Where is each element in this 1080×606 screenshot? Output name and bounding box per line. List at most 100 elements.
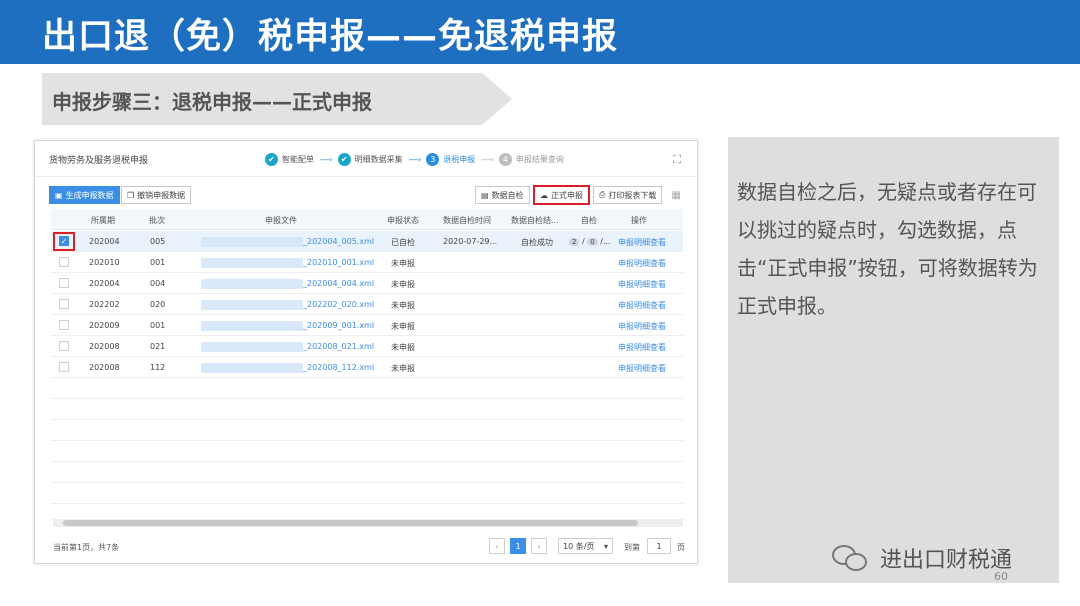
table-row[interactable]: ✓ 202004 005 _202004_005.xml 已自检 2020-07… <box>51 231 683 252</box>
cell-batch: 001 <box>150 258 166 267</box>
cell-period: 202202 <box>89 300 120 309</box>
step-4[interactable]: 4 申报结果查询 <box>498 152 564 166</box>
formal-submit-button[interactable]: ☁ 正式申报 <box>533 185 590 205</box>
document-icon: ▣ <box>55 190 63 200</box>
table-row[interactable]: 202004 004 _202004_004.xml 未申报 申报明细查看 <box>51 273 683 294</box>
cell-file[interactable]: _202004_005.xml <box>303 237 374 246</box>
blurred-filename <box>201 258 303 268</box>
checkbox-highlight <box>53 232 75 251</box>
row-checkbox[interactable] <box>59 362 69 372</box>
copy-icon: ❐ <box>127 190 135 200</box>
goto-label: 到第 <box>624 543 640 552</box>
table-header: 所属期 批次 申报文件 申报状态 数据自检时间 数据自检结... 自检 操作 <box>51 209 683 230</box>
step-3-label: 退税申报 <box>443 154 476 164</box>
cell-check-result: 自检成功 <box>521 238 553 247</box>
wechat-icon <box>832 543 870 573</box>
revoke-data-button[interactable]: ❐ 撤销申报数据 <box>121 186 192 204</box>
column-settings-icon[interactable]: ▦ <box>672 190 681 201</box>
page-size-value: 10 条/页 <box>563 541 595 551</box>
row-checkbox[interactable] <box>59 341 69 351</box>
cell-file[interactable]: _202004_004.xml <box>303 279 374 288</box>
cell-batch: 005 <box>150 237 166 246</box>
view-detail-link[interactable]: 申报明细查看 <box>618 258 666 269</box>
step-4-label: 申报结果查询 <box>515 154 564 164</box>
view-detail-link[interactable]: 申报明细查看 <box>618 300 666 311</box>
cell-file[interactable]: _202008_021.xml <box>303 342 374 351</box>
column-header: 数据自检时间 <box>443 216 491 225</box>
step-1-label: 智能配单 <box>282 154 314 164</box>
step-banner: 申报步骤三：退税申报——正式申报 <box>42 73 512 125</box>
self-check-button[interactable]: ▤ 数据自检 <box>475 186 530 204</box>
header-bar: 出口退（免）税申报——免退税申报 <box>0 0 1080 64</box>
step-2[interactable]: ✔ 明细数据采集 <box>337 152 403 166</box>
column-header: 操作 <box>631 216 647 225</box>
table-row[interactable]: 202009 001 _202009_001.xml 未申报 申报明细查看 <box>51 315 683 336</box>
view-detail-link[interactable]: 申报明细查看 <box>618 279 666 290</box>
view-detail-link[interactable]: 申报明细查看 <box>618 363 666 374</box>
prev-page-button[interactable]: ‹ <box>489 538 505 554</box>
view-detail-link[interactable]: 申报明细查看 <box>618 237 666 248</box>
description-text: 数据自检之后，无疑点或者存在可以挑过的疑点时，勾选数据，点击“正式申报”按钮，可… <box>737 180 1038 318</box>
print-download-button[interactable]: ⎙ 打印报表下载 <box>593 186 663 204</box>
table-row[interactable]: 202010 001 _202010_001.xml 未申报 申报明细查看 <box>51 252 683 273</box>
check-icon: ✔ <box>337 152 351 166</box>
column-header: 申报文件 <box>265 216 297 225</box>
next-page-button[interactable]: › <box>531 538 547 554</box>
row-checkbox[interactable] <box>59 320 69 330</box>
step-3[interactable]: 3 退税申报 <box>426 152 476 166</box>
cell-period: 202010 <box>89 258 120 267</box>
page-number-button[interactable]: 1 <box>510 538 526 554</box>
cell-status: 未申报 <box>391 322 415 331</box>
scrollbar-thumb[interactable] <box>63 520 638 526</box>
panel-title: 货物劳务及服务退税申报 <box>49 156 149 166</box>
generate-data-button[interactable]: ▣ 生成申报数据 <box>49 186 120 204</box>
column-header: 所属期 <box>91 216 115 225</box>
page-size-select[interactable]: 10 条/页 ▾ <box>558 538 613 554</box>
expand-icon[interactable]: ⛶ <box>673 153 681 167</box>
watermark-name: 进出口财税通 <box>880 548 1013 573</box>
row-checkbox[interactable] <box>59 278 69 288</box>
blurred-filename <box>201 321 303 331</box>
toolbar: ▣ 生成申报数据 ❐ 撤销申报数据 ▤ 数据自检 ☁ 正式申报 ⎙ 打印报表下载… <box>35 177 697 207</box>
table-row[interactable]: 202008 112 _202008_112.xml 未申报 申报明细查看 <box>51 357 683 378</box>
slide-title: 出口退（免）税申报——免退税申报 <box>42 17 619 57</box>
table-row-empty <box>51 420 683 441</box>
goto-page-input[interactable]: 1 <box>647 538 671 554</box>
step-1[interactable]: ✔ 智能配单 <box>265 152 314 166</box>
table-row-empty <box>51 378 683 399</box>
cell-file[interactable]: _202010_001.xml <box>303 258 374 267</box>
cell-batch: 004 <box>150 279 166 288</box>
print-download-label: 打印报表下载 <box>608 190 657 200</box>
horizontal-scrollbar[interactable] <box>53 519 683 527</box>
table-row[interactable]: 202202 020 _202202_020.xml 未申报 申报明细查看 <box>51 294 683 315</box>
step-number-icon: 4 <box>498 152 512 166</box>
record-info: 当前第1页，共7条 <box>53 543 120 552</box>
step-banner-text: 申报步骤三：退税申报——正式申报 <box>52 90 372 114</box>
cell-period: 202008 <box>89 363 120 372</box>
cell-batch: 021 <box>150 342 166 351</box>
table-row-empty <box>51 483 683 504</box>
cell-file[interactable]: _202202_020.xml <box>303 300 374 309</box>
cell-batch: 112 <box>150 363 166 372</box>
view-detail-link[interactable]: 申报明细查看 <box>618 342 666 353</box>
cell-period: 202008 <box>89 342 120 351</box>
panel-header: 货物劳务及服务退税申报 ✔ 智能配单 -----› ✔ 明细数据采集 -----… <box>35 141 697 177</box>
table-row-empty <box>51 399 683 420</box>
column-header: 数据自检结... <box>511 216 559 225</box>
blurred-filename <box>201 279 303 289</box>
view-detail-link[interactable]: 申报明细查看 <box>618 321 666 332</box>
row-checkbox[interactable] <box>59 257 69 267</box>
arrow-right-icon: -----› <box>320 154 333 164</box>
printer-icon: ⎙ <box>599 190 606 199</box>
check-icon: ✔ <box>265 152 278 166</box>
cell-file[interactable]: _202008_112.xml <box>303 363 374 372</box>
row-checkbox[interactable] <box>59 299 69 309</box>
table-row[interactable]: 202008 021 _202008_021.xml 未申报 申报明细查看 <box>51 336 683 357</box>
cell-file[interactable]: _202009_001.xml <box>303 321 374 330</box>
generate-data-label: 生成申报数据 <box>65 190 114 200</box>
count-badge: 0 <box>587 238 598 246</box>
pagination-bar: 当前第1页，共7条 ‹ 1 › 10 条/页 ▾ 到第 1 页 <box>35 535 697 559</box>
upload-cloud-icon: ☁ <box>540 190 548 200</box>
watermark: 进出口财税通 <box>832 538 1012 578</box>
cell-check-time: 2020-07-29... <box>443 237 498 246</box>
